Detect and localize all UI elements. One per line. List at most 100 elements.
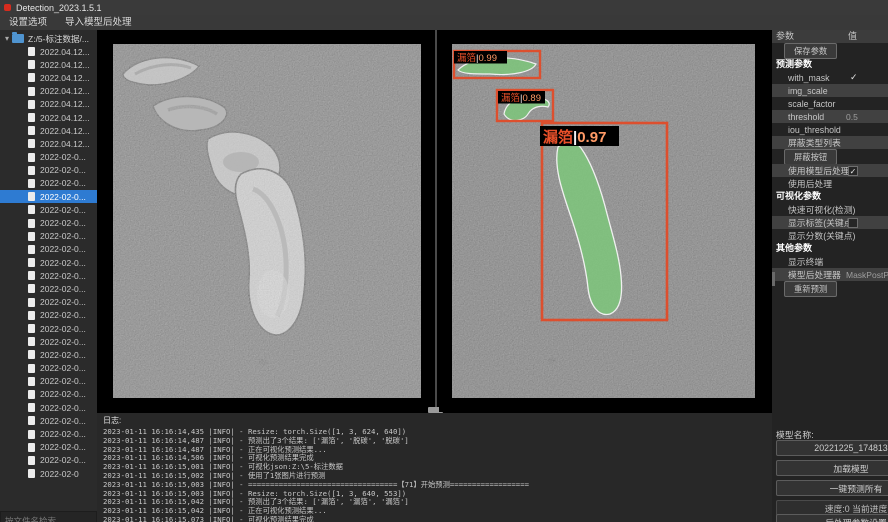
tree-item[interactable]: 2022-02-0... (0, 296, 97, 309)
file-icon (28, 47, 35, 56)
checkbox-checked[interactable]: ✓ (848, 166, 858, 176)
param-row[interactable]: 使用模型后处理✓ (772, 164, 888, 177)
param-name: iou_threshold (788, 125, 841, 135)
tree-item[interactable]: 2022.04.12... (0, 111, 97, 124)
tree-item-label: 2022.04.12... (40, 60, 90, 70)
tree-item-label: 2022-02-0... (40, 244, 86, 254)
prediction-image-pane[interactable]: 漏箔|0.99 漏箔|0.89 漏箔|0.97 (439, 30, 769, 412)
param-row[interactable]: threshold 0.5 (772, 110, 888, 123)
tree-root-label: Z:/5-标注数据/... (28, 33, 89, 45)
file-icon (28, 258, 35, 267)
tree-root-folder[interactable]: ▾ Z:/5-标注数据/... (0, 32, 97, 45)
menu-item[interactable]: 设置选项 (0, 15, 56, 30)
pane-splitter[interactable] (435, 30, 437, 412)
checkbox-unchecked[interactable] (848, 218, 858, 228)
tree-item[interactable]: 2022-02-0 (0, 467, 97, 480)
log-panel[interactable]: 日志: 2023-01-11 16:16:14,435 |INFO| - Res… (97, 413, 772, 522)
file-icon (28, 60, 35, 69)
param-row[interactable]: img_scale (772, 84, 888, 97)
tree-item[interactable]: 2022-02-0... (0, 230, 97, 243)
param-row[interactable]: iou_threshold (772, 123, 888, 136)
tree-item[interactable]: 2022.04.12... (0, 98, 97, 111)
param-row[interactable]: with_mask✓ (772, 71, 888, 84)
search-input[interactable] (0, 511, 97, 522)
param-value[interactable]: 0.5 (846, 112, 858, 122)
param-row[interactable]: scale_factor (772, 97, 888, 110)
load-model-button[interactable]: 加载模型 (776, 460, 888, 476)
param-row[interactable]: 显示终端 (772, 255, 888, 268)
param-row[interactable]: 模型后处理器 MaskPostPro (772, 268, 888, 281)
check-icon[interactable]: ✓ (850, 72, 858, 83)
params-header-value: 值 (848, 30, 857, 43)
tree-item[interactable]: 2022-02-0... (0, 151, 97, 164)
detection-score-text: 0.97 (577, 129, 606, 146)
tree-item[interactable]: 2022-02-0... (0, 388, 97, 401)
param-row[interactable]: 显示标签(关键点) (772, 216, 888, 229)
tree-item[interactable]: 2022.04.12... (0, 45, 97, 58)
param-row[interactable]: 使用后处理 (772, 177, 888, 190)
tree-item[interactable]: 2022-02-0... (0, 164, 97, 177)
tree-item[interactable]: 2022-02-0... (0, 177, 97, 190)
params-header: 参数 值 (772, 30, 888, 43)
file-icon (28, 350, 35, 359)
tree-item[interactable]: 2022-02-0... (0, 243, 97, 256)
tree-item[interactable]: 2022-02-0... (0, 335, 97, 348)
tree-item-label: 2022.04.12... (40, 47, 90, 57)
model-name-field[interactable]: 20221225_174813 (776, 440, 888, 456)
tree-item[interactable]: 2022.04.12... (0, 58, 97, 71)
menu-item[interactable]: 导入模型后处理 (56, 15, 141, 30)
menu-bar: 设置选项导入模型后处理 (0, 15, 888, 30)
postprocess-settings-button[interactable]: 后处理参数设置 (776, 514, 888, 522)
tree-item[interactable]: 2022-02-0... (0, 203, 97, 216)
tree-item[interactable]: 2022-02-0... (0, 190, 97, 203)
tree-item[interactable]: 2022-02-0... (0, 256, 97, 269)
tree-item[interactable]: 2022-02-0... (0, 269, 97, 282)
param-action-button[interactable]: 重新预测 (784, 281, 837, 297)
file-icon (28, 100, 35, 109)
param-action-button[interactable]: 保存参数 (784, 43, 837, 59)
tree-item[interactable]: 2022-02-0... (0, 441, 97, 454)
tree-item[interactable]: 2022.04.12... (0, 71, 97, 84)
tree-item[interactable]: 2022.04.12... (0, 124, 97, 137)
tree-item[interactable]: 2022-02-0... (0, 216, 97, 229)
tree-item[interactable]: 2022-02-0... (0, 348, 97, 361)
detection-label-text: 漏箔 (501, 92, 520, 104)
tree-item[interactable]: 2022-02-0... (0, 309, 97, 322)
file-icon (28, 166, 35, 175)
tree-item[interactable]: 2022.04.12... (0, 137, 97, 150)
param-name: scale_factor (788, 99, 835, 109)
tree-item-label: 2022-02-0... (40, 442, 86, 452)
tree-item[interactable]: 2022-02-0... (0, 322, 97, 335)
svg-text:漏箔|0.99: 漏箔|0.99 (457, 52, 497, 64)
param-row[interactable]: 快速可视化(检测) (772, 203, 888, 216)
tree-item[interactable]: 2022-02-0... (0, 427, 97, 440)
tree-item-label: 2022.04.12... (40, 139, 90, 149)
param-action-button[interactable]: 屏蔽按钮 (784, 149, 837, 165)
tree-item-label: 2022-02-0... (40, 297, 86, 307)
param-name: 模型后处理器 (788, 268, 841, 281)
param-value[interactable]: MaskPostPro (846, 270, 888, 280)
tree-item[interactable]: 2022-02-0... (0, 375, 97, 388)
file-icon (28, 390, 35, 399)
param-row[interactable]: 屏蔽类型列表 (772, 136, 888, 149)
scrollbar-thumb[interactable] (772, 272, 775, 286)
param-name: threshold (788, 112, 824, 122)
params-button-row: 重新预测 (772, 281, 888, 296)
tree-item-label: 2022-02-0... (40, 165, 86, 175)
tree-item[interactable]: 2022-02-0... (0, 362, 97, 375)
param-name: 快速可视化(检测) (788, 203, 855, 216)
tree-item[interactable]: 2022-02-0... (0, 414, 97, 427)
log-lines: 2023-01-11 16:16:14,435 |INFO| - Resize:… (103, 428, 772, 522)
params-section-header: 预测参数 (772, 58, 888, 71)
file-icon (28, 219, 35, 228)
original-image-pane[interactable] (100, 30, 435, 412)
tree-item[interactable]: 2022-02-0... (0, 401, 97, 414)
param-row[interactable]: 显示分数(关键点) (772, 229, 888, 242)
tree-item-label: 2022-02-0... (40, 337, 86, 347)
file-icon (28, 298, 35, 307)
file-icon (28, 126, 35, 135)
tree-item[interactable]: 2022.04.12... (0, 85, 97, 98)
tree-item[interactable]: 2022-02-0... (0, 454, 97, 467)
predict-all-button[interactable]: 一键预测所有 (776, 480, 888, 496)
tree-item[interactable]: 2022-02-0... (0, 282, 97, 295)
